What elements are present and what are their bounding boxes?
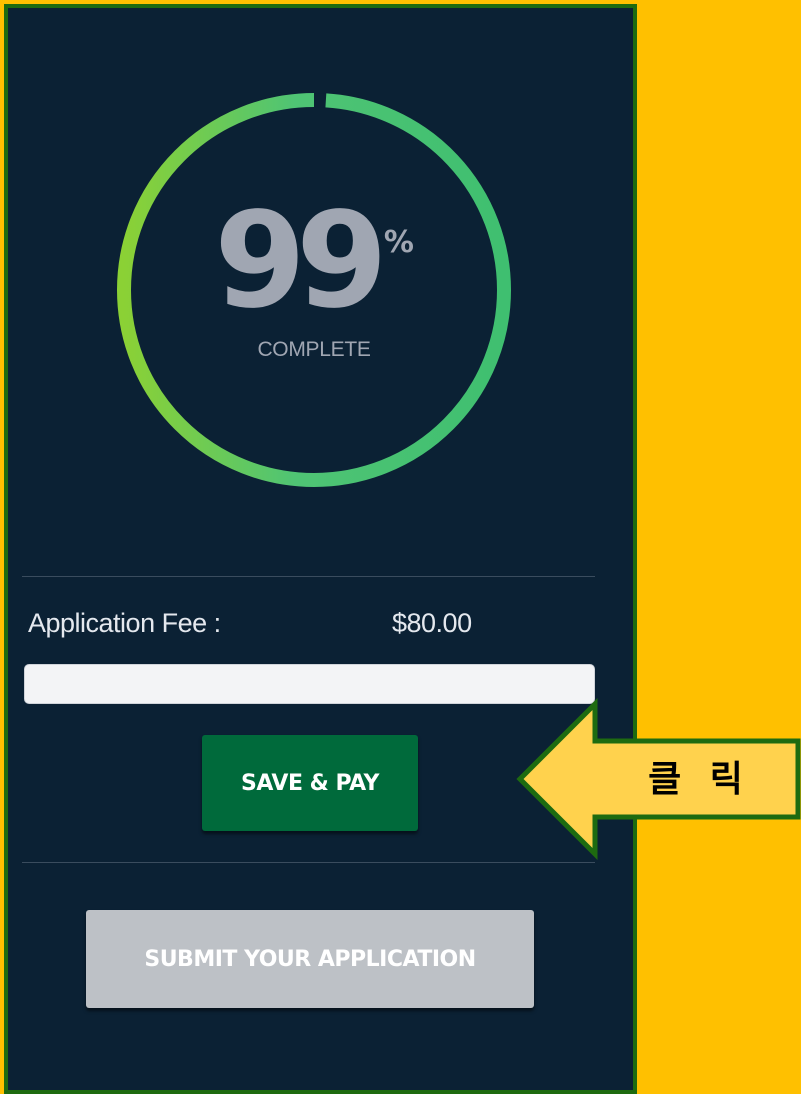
progress-percent: 99% — [104, 195, 524, 327]
submit-application-button[interactable]: SUBMIT YOUR APPLICATION — [86, 910, 534, 1008]
application-fee-amount: $80.00 — [392, 608, 472, 638]
divider-bottom — [22, 862, 595, 863]
progress-percent-value: 99 — [214, 184, 388, 338]
click-callout-text: 클 릭 — [648, 759, 751, 800]
progress-status-label: COMPLETE — [257, 338, 371, 361]
divider-top — [22, 576, 595, 577]
percent-sign: % — [383, 225, 414, 260]
save-and-pay-button[interactable]: SAVE & PAY — [202, 735, 418, 831]
application-fee-label: Application Fee : — [28, 608, 221, 638]
